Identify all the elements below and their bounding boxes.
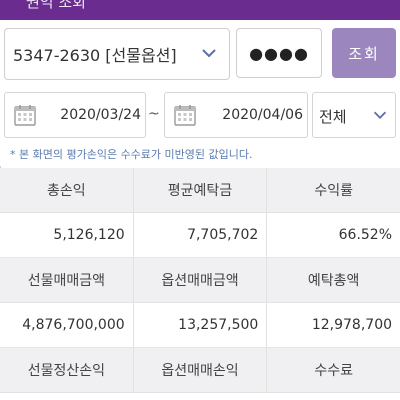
header-options-trade-amount: 옵션매매금액 <box>134 258 268 302</box>
page-title: 권익 조회 <box>26 0 86 11</box>
summary-grid: 총손익 평균예탁금 수익률 5,126,120 7,705,702 66.52%… <box>0 168 400 393</box>
value-options-trade-amount: 13,257,500 <box>134 303 268 347</box>
account-select-value: 5347-2630 [선물옵션] <box>13 46 177 65</box>
calendar-icon[interactable] <box>173 103 197 127</box>
header-commission: 수수료 <box>314 363 353 379</box>
value-avg-deposit: 7,705,702 <box>134 213 268 257</box>
app-header: 권익 조회 <box>0 0 400 20</box>
query-button[interactable]: 조회 <box>332 28 396 78</box>
filter-select[interactable]: 전체 <box>312 92 396 138</box>
disclaimer-note: * 본 화면의 평가손익은 수수료가 미반영된 값입니다. <box>10 148 253 161</box>
account-select[interactable]: 5347-2630 [선물옵션] <box>4 28 230 80</box>
summary-value-row: 5,126,120 7,705,702 66.52% <box>0 213 400 258</box>
start-date-value: 2020/03/24 <box>60 107 141 123</box>
chevron-down-icon <box>202 49 216 58</box>
header-options-trade-pnl: 옵션매매손익 <box>134 348 268 392</box>
start-date-field[interactable]: 2020/03/24 <box>4 92 146 138</box>
header-return-rate: 수익률 <box>314 183 353 199</box>
value-futures-trade-amount: 4,876,700,000 <box>0 303 134 347</box>
password-masked-value: ●●●● <box>249 43 309 63</box>
header-total-pnl: 총손익 <box>0 168 134 212</box>
value-total-pnl: 5,126,120 <box>0 213 134 257</box>
calendar-icon[interactable] <box>13 103 37 127</box>
end-date-field[interactable]: 2020/04/06 <box>164 92 308 138</box>
date-range-separator: ~ <box>148 106 160 122</box>
header-futures-settlement-pnl: 선물정산손익 <box>0 348 134 392</box>
value-return-rate: 66.52% <box>338 227 393 243</box>
header-total-deposit: 예탁총액 <box>307 273 360 289</box>
filter-select-value: 전체 <box>319 108 347 126</box>
summary-header-row: 선물매매금액 옵션매매금액 예탁총액 <box>0 258 400 303</box>
summary-value-row: 4,876,700,000 13,257,500 12,978,700 <box>0 303 400 348</box>
header-futures-trade-amount: 선물매매금액 <box>0 258 134 302</box>
chevron-down-icon <box>373 111 387 119</box>
header-avg-deposit: 평균예탁금 <box>134 168 268 212</box>
end-date-value: 2020/04/06 <box>222 107 303 123</box>
password-input[interactable]: ●●●● <box>236 28 322 78</box>
value-total-deposit: 12,978,700 <box>311 317 393 333</box>
summary-header-row: 총손익 평균예탁금 수익률 <box>0 168 400 213</box>
summary-header-row: 선물정산손익 옵션매매손익 수수료 <box>0 348 400 393</box>
